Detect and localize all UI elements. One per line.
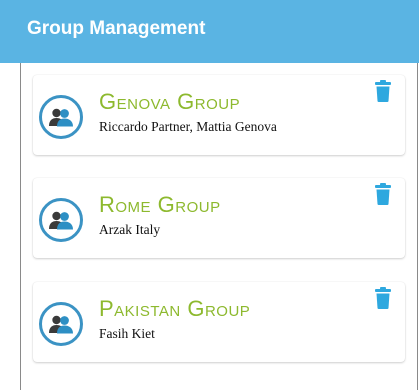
trash-icon[interactable]: [375, 80, 391, 102]
group-card-rome[interactable]: Rome Group Arzak Italy: [33, 178, 405, 258]
group-name: Rome Group: [99, 192, 221, 217]
group-members: Arzak Italy: [99, 222, 161, 237]
group-card-genova[interactable]: Genova Group Riccardo Partner, Mattia Ge…: [33, 75, 405, 155]
group-members: Riccardo Partner, Mattia Genova: [99, 119, 277, 134]
group-avatar: [39, 302, 83, 346]
group-avatar: [39, 198, 83, 242]
group-avatar: [39, 95, 83, 139]
group-name: Pakistan Group: [99, 296, 251, 321]
group-users-icon: [49, 211, 73, 230]
app-bar: Group Management: [0, 0, 419, 63]
page-title: Group Management: [27, 17, 206, 39]
group-users-icon: [49, 315, 73, 334]
group-list: Genova Group Riccardo Partner, Mattia Ge…: [20, 63, 418, 390]
group-members: Fasih Kiet: [99, 326, 155, 341]
group-users-icon: [49, 108, 73, 127]
group-name: Genova Group: [99, 89, 241, 114]
group-card-pakistan[interactable]: Pakistan Group Fasih Kiet: [33, 282, 405, 362]
trash-icon[interactable]: [375, 287, 391, 309]
trash-icon[interactable]: [375, 183, 391, 205]
